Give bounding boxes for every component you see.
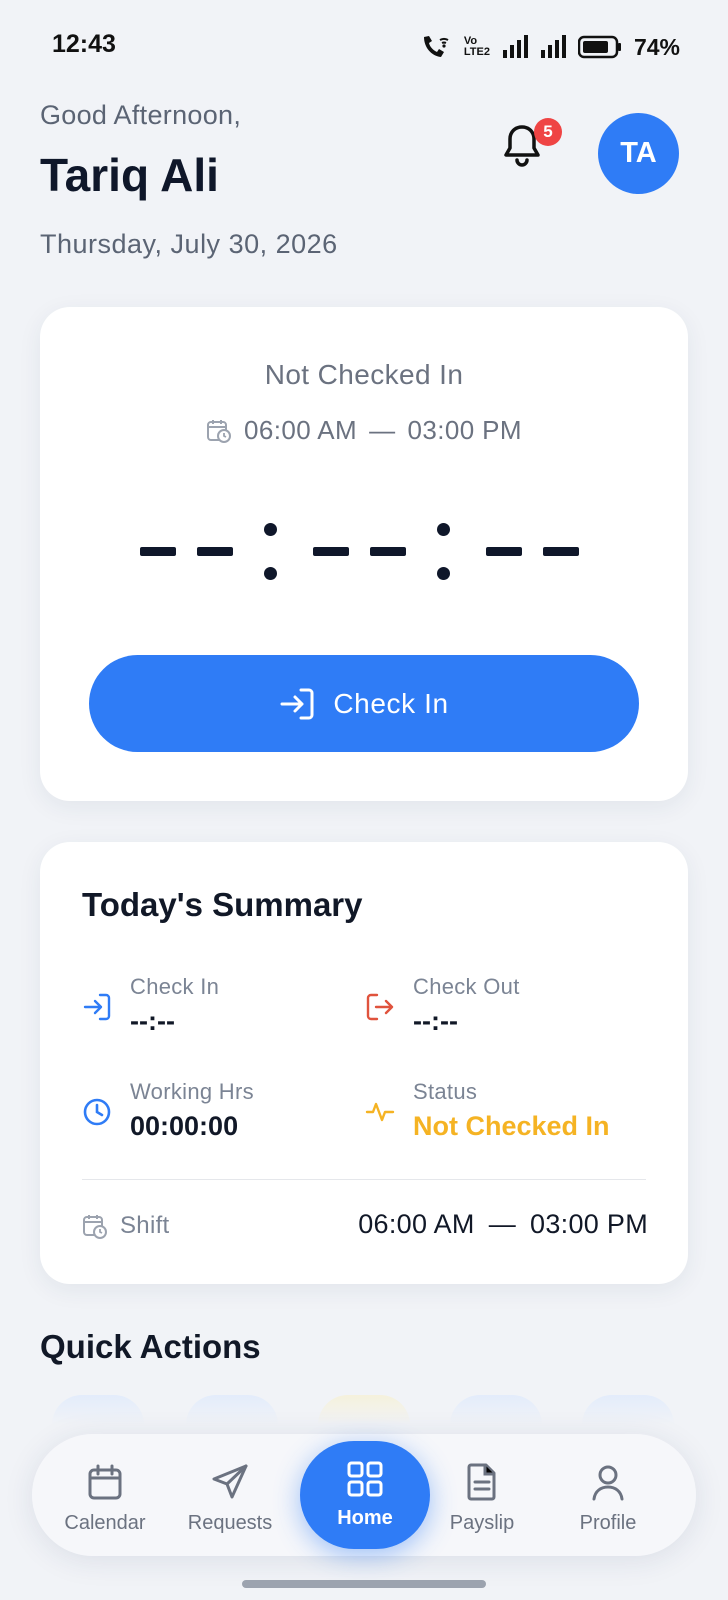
check-in-label: Check In [130, 974, 220, 999]
check-out-value: --:-- [413, 1006, 458, 1036]
quick-action-tile[interactable] [450, 1395, 542, 1425]
user-icon [592, 1465, 624, 1501]
divider [82, 1179, 646, 1180]
status-value: Not Checked In [413, 1111, 610, 1141]
quick-action-tile[interactable] [582, 1395, 674, 1425]
nav-requests-label: Requests [187, 1512, 273, 1534]
volte-indicator: Vo LTE2 [464, 36, 490, 58]
shift-end: 03:00 PM [407, 415, 522, 445]
nav-requests[interactable]: Requests [175, 1434, 285, 1556]
quick-action-tile[interactable] [318, 1395, 410, 1425]
battery-icon [577, 35, 621, 59]
elapsed-timer [40, 491, 688, 611]
avatar[interactable]: TA [598, 113, 679, 194]
working-hrs-label: Working Hrs [130, 1079, 254, 1104]
volte-bottom: LTE2 [463, 46, 490, 58]
timer-dash [370, 547, 406, 556]
check-in-button-label: Check In [333, 687, 449, 719]
check-out-label: Check Out [413, 974, 520, 999]
logout-icon [366, 993, 394, 1021]
shift-separator: — [488, 1209, 517, 1239]
current-date: Thursday, July 30, 2026 [40, 229, 338, 259]
clock-time: 12:43 [52, 30, 116, 58]
working-hrs-value: 00:00:00 [130, 1111, 239, 1141]
login-icon [83, 993, 111, 1021]
battery-percent: 74% [633, 33, 680, 60]
notification-badge: 5 [534, 118, 562, 146]
nav-home-label: Home [337, 1507, 393, 1529]
grid-icon [347, 1461, 383, 1497]
user-name: Tariq Ali [40, 149, 219, 201]
quick-actions-title: Quick Actions [40, 1328, 261, 1365]
check-in-button[interactable]: Check In [89, 655, 639, 752]
timer-dash [140, 547, 176, 556]
shift-time-range: 06:00 AM — 03:00 PM [40, 415, 688, 446]
quick-action-tile[interactable] [52, 1395, 144, 1425]
wifi-call-icon [423, 36, 449, 57]
activity-icon [365, 1102, 395, 1122]
quick-action-tile[interactable] [186, 1395, 278, 1425]
timer-colon-dot [437, 567, 450, 580]
shift-start: 06:00 AM [244, 415, 358, 445]
calendar-clock-icon [83, 1215, 107, 1239]
timer-dash [197, 547, 233, 556]
timer-dash [313, 547, 349, 556]
shift-separator: — [369, 415, 396, 445]
calendar-icon [88, 1464, 122, 1500]
checkin-status: Not Checked In [264, 359, 464, 390]
calendar-clock-icon [207, 419, 232, 443]
document-icon [467, 1463, 496, 1501]
summary-title: Today's Summary [82, 886, 363, 923]
checkin-card: Not Checked In 06:00 AM — 03:00 PM Check… [40, 307, 688, 801]
send-icon [212, 1464, 248, 1499]
shift-value: 06:00 AM — 03:00 PM [358, 1209, 648, 1240]
nav-payslip[interactable]: Payslip [427, 1434, 537, 1556]
nav-home[interactable]: Home [300, 1441, 430, 1549]
shift-label: Shift [120, 1212, 170, 1239]
status-icons: Vo LTE2 74% [420, 30, 680, 64]
shift-start: 06:00 AM [358, 1209, 475, 1239]
timer-colon-dot [264, 523, 277, 536]
nav-calendar-label: Calendar [64, 1512, 146, 1534]
status-bar: 12:43 Vo LTE2 74% [0, 0, 728, 96]
signal-icon-2 [540, 35, 566, 58]
summary-card: Today's Summary Check In --:-- Check Out… [40, 842, 688, 1284]
shift-end: 03:00 PM [530, 1209, 648, 1239]
bottom-nav: Calendar Requests Home Payslip Profile [32, 1434, 696, 1556]
timer-colon-dot [437, 523, 450, 536]
greeting: Good Afternoon, [40, 100, 242, 130]
timer-dash [543, 547, 579, 556]
nav-profile[interactable]: Profile [553, 1434, 663, 1556]
nav-payslip-label: Payslip [449, 1512, 515, 1534]
timer-dash [486, 547, 522, 556]
home-indicator[interactable] [242, 1580, 486, 1588]
nav-profile-label: Profile [579, 1512, 637, 1534]
clock-icon [83, 1098, 111, 1126]
login-icon [280, 688, 314, 719]
signal-icon [502, 35, 528, 58]
nav-calendar[interactable]: Calendar [50, 1434, 160, 1556]
status-label: Status [413, 1079, 478, 1104]
timer-colon-dot [264, 567, 277, 580]
check-in-value: --:-- [130, 1006, 175, 1036]
